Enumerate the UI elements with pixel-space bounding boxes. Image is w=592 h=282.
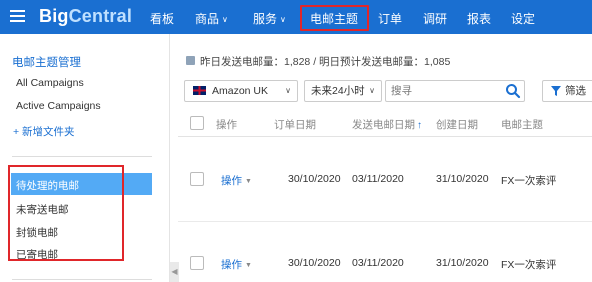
nav-item-settings[interactable]: 设定 — [511, 10, 535, 27]
sort-ascending-icon: ↑ — [417, 120, 422, 131]
column-header-send-date[interactable]: 发送电邮日期 ↑ — [352, 117, 422, 132]
stats-icon — [186, 56, 195, 65]
row-action-menu[interactable]: 操作 ▼ — [221, 173, 252, 188]
sidebar-divider — [12, 279, 152, 280]
uk-flag-icon — [193, 86, 206, 95]
nav-item-orders[interactable]: 订单 — [378, 10, 402, 27]
nav-item-products[interactable]: 商品 ∨ — [195, 10, 228, 27]
chevron-down-icon: ∨ — [222, 15, 228, 24]
folders-highlight-box — [8, 165, 124, 261]
chevron-down-icon: ∨ — [280, 15, 286, 24]
nav-item-surveys[interactable]: 调研 — [423, 10, 447, 27]
row-checkbox[interactable] — [190, 256, 204, 270]
search-input[interactable] — [391, 82, 501, 100]
column-header-order-date[interactable]: 订单日期 — [274, 117, 316, 132]
created-date-cell: 31/10/2020 — [436, 173, 489, 185]
row-divider — [178, 221, 592, 222]
sidebar-link-active-campaigns[interactable]: Active Campaigns — [16, 100, 101, 112]
hamburger-menu-icon[interactable] — [10, 10, 25, 22]
email-volume-stats: 昨日发送电邮量：1,828 / 明日预计发送电邮量：1,085 — [200, 56, 451, 68]
nav-item-reports[interactable]: 报表 — [467, 10, 491, 27]
search-box — [385, 80, 525, 102]
column-header-subject[interactable]: 电邮主题 — [501, 117, 543, 132]
filter-button[interactable]: 筛选 — [542, 80, 592, 102]
chevron-down-icon: ∨ — [369, 86, 375, 95]
caret-down-icon: ▼ — [245, 262, 252, 269]
chevron-down-icon: ∨ — [285, 86, 291, 95]
brand-logo[interactable]: BigCentral — [39, 6, 132, 27]
sidebar-title: 电邮主题管理 — [12, 57, 81, 69]
row-action-menu[interactable]: 操作 ▼ — [221, 257, 252, 272]
nav-item-services[interactable]: 服务 ∨ — [253, 10, 286, 27]
created-date-cell: 31/10/2020 — [436, 257, 489, 269]
select-all-checkbox[interactable] — [190, 116, 204, 130]
time-range-select[interactable]: 未来24小时 ∨ — [304, 80, 382, 102]
order-date-cell: 30/10/2020 — [288, 257, 341, 269]
table-header: 操作 订单日期 发送电邮日期 ↑ 创建日期 电邮主题 — [178, 111, 592, 137]
filter-icon — [551, 86, 561, 96]
subject-cell[interactable]: FX一次索评 — [501, 173, 556, 188]
nav-highlight-box — [300, 5, 369, 31]
sidebar: 电邮主题管理 All Campaigns Active Campaigns + … — [0, 34, 170, 282]
main-content: 昨日发送电邮量：1,828 / 明日预计发送电邮量：1,085 Amazon U… — [178, 34, 592, 282]
order-date-cell: 30/10/2020 — [288, 173, 341, 185]
column-header-created-date[interactable]: 创建日期 — [436, 117, 478, 132]
sidebar-divider — [12, 156, 152, 157]
nav-item-dashboard[interactable]: 看板 — [150, 10, 174, 27]
sidebar-link-all-campaigns[interactable]: All Campaigns — [16, 77, 84, 89]
caret-down-icon: ▼ — [245, 178, 252, 185]
search-icon[interactable] — [505, 83, 521, 99]
subject-cell[interactable]: FX一次索评 — [501, 257, 556, 272]
send-date-cell: 03/11/2020 — [352, 173, 404, 185]
row-checkbox[interactable] — [190, 172, 204, 186]
top-nav-bar: BigCentral 看板 商品 ∨ 服务 ∨ 电邮主题 订单 调研 报表 设定 — [0, 0, 592, 34]
add-folder-link[interactable]: + 新增文件夹 — [13, 124, 75, 139]
send-date-cell: 03/11/2020 — [352, 257, 404, 269]
marketplace-select[interactable]: Amazon UK ∨ — [184, 80, 298, 102]
column-header-action: 操作 — [216, 119, 237, 131]
